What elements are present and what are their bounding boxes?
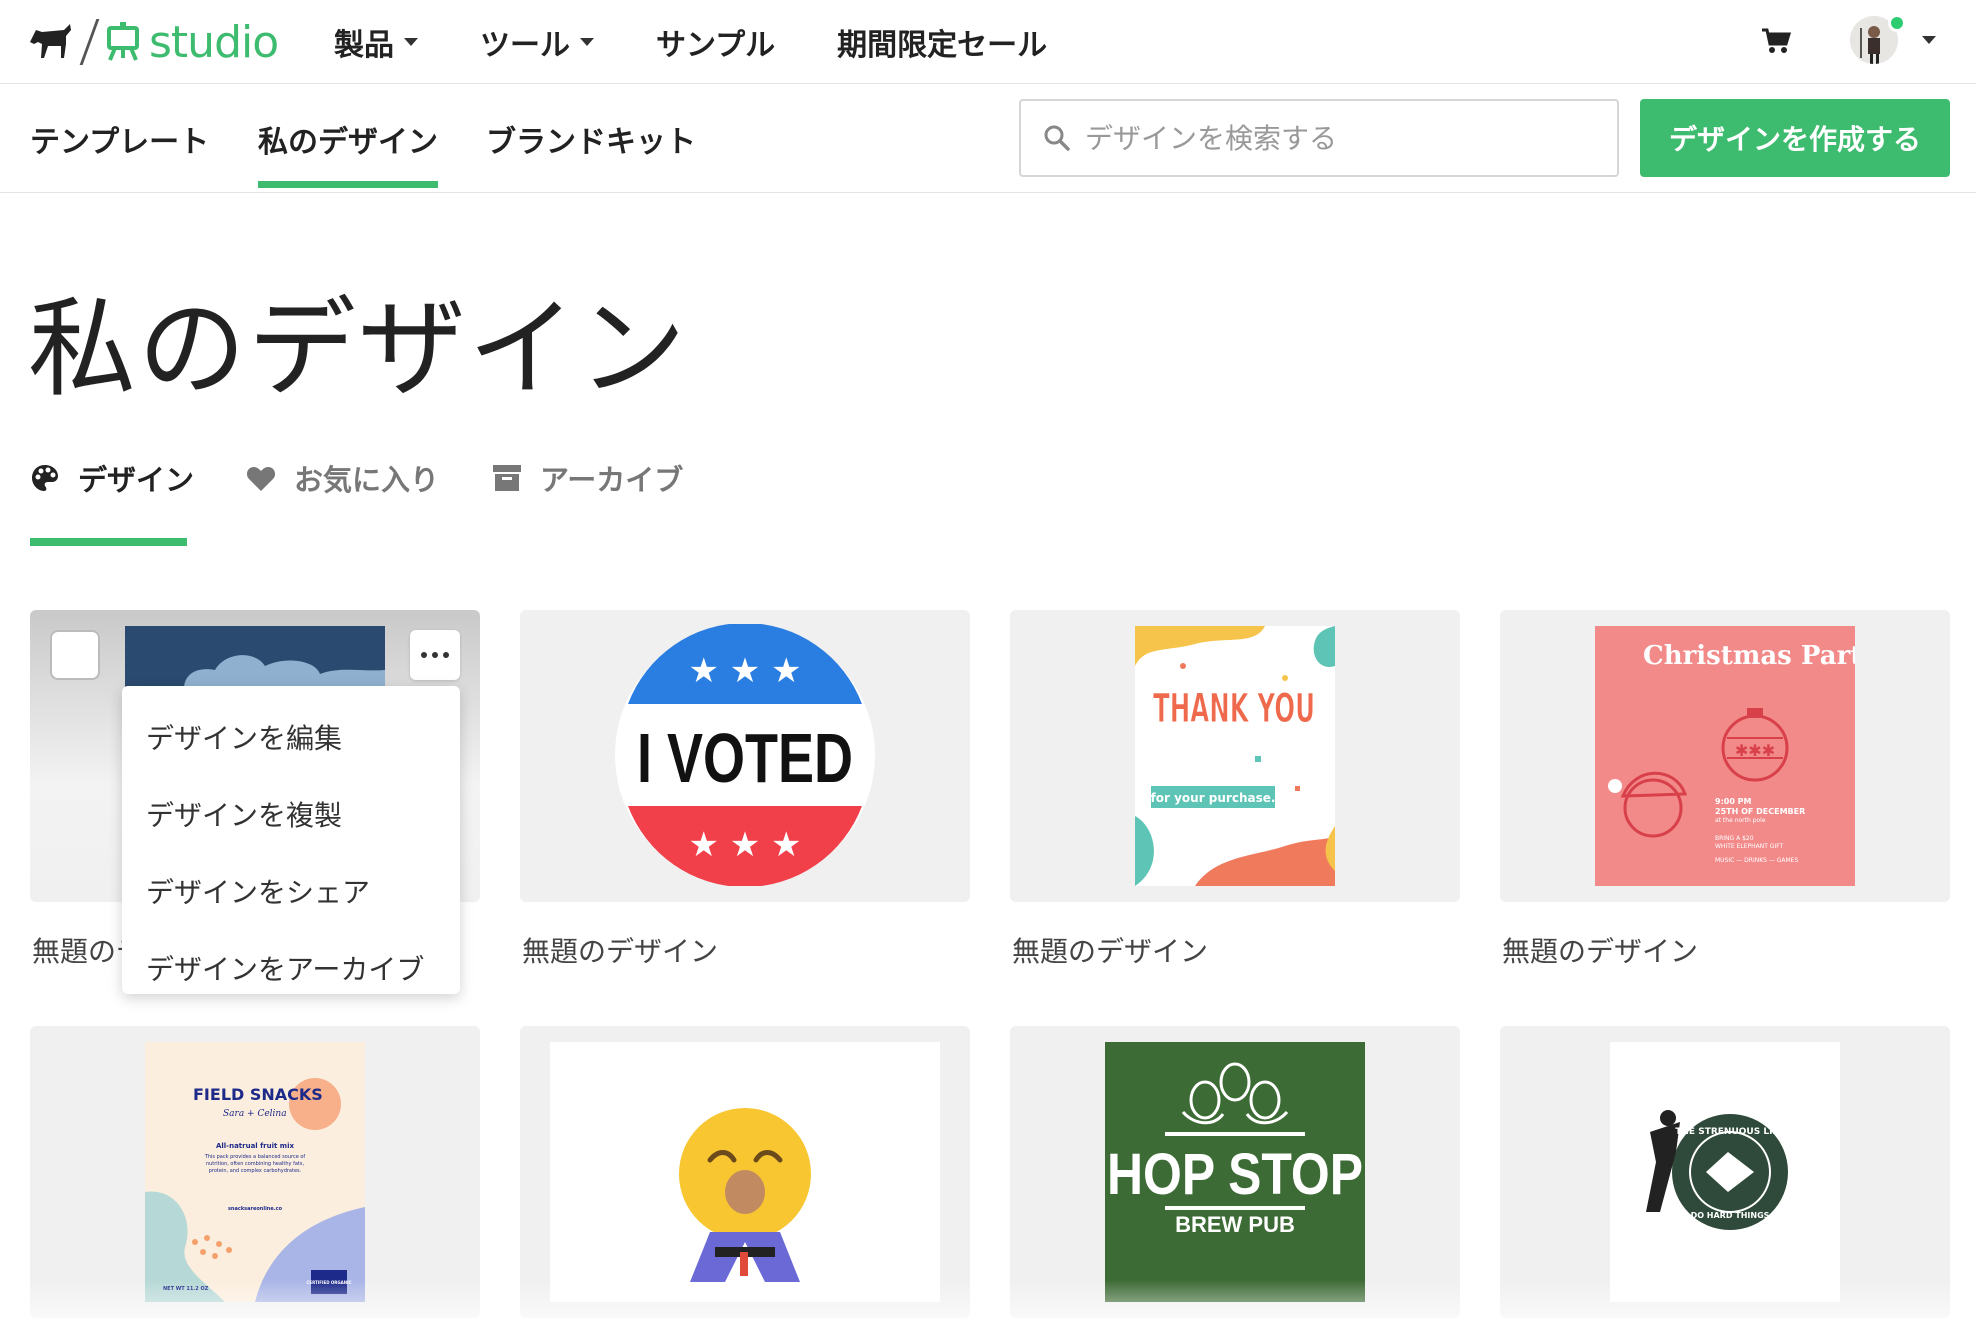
svg-text:★ ★ ★: ★ ★ ★ [688, 825, 801, 865]
field-snacks-net-weight: NET WT 11.2 OZ [163, 1286, 209, 1292]
i-voted-sticker-thumbnail: ★ ★ ★ ★ ★ ★ I VOTED [615, 624, 875, 886]
tab-brand-kit[interactable]: ブランドキット [486, 117, 696, 161]
tab-my-designs[interactable]: 私のデザイン [258, 117, 438, 188]
nav-samples-label: サンプル [656, 28, 776, 63]
nav-products-label: 製品 [334, 28, 394, 63]
chevron-down-icon [404, 38, 418, 46]
tab-archive-label: アーカイブ [540, 463, 684, 497]
emoji-thumbnail [550, 1042, 940, 1302]
christmas-line: MUSIC — DRINKS — GAMES [1715, 857, 1798, 864]
tab-designs[interactable]: デザイン [30, 456, 194, 500]
design-card[interactable]: THE STRENUOUS LIFE DO HARD THINGS [1500, 1026, 1950, 1318]
logo-divider [79, 19, 100, 65]
easel-icon [107, 22, 139, 61]
design-card[interactable]: THANK YOU for your purchase. [1010, 610, 1460, 902]
christmas-line: WHITE ELEPHANT GIFT [1715, 843, 1784, 850]
menu-item-share[interactable]: デザインをシェア [122, 852, 460, 929]
field-snacks-title: FIELD SNACKS [193, 1085, 323, 1104]
archive-icon [493, 465, 521, 491]
hop-stop-logo-thumbnail: HOP STOP BREW PUB [1105, 1042, 1365, 1302]
nav-tools[interactable]: ツール [480, 20, 594, 64]
christmas-title: Christmas Party [1643, 641, 1855, 671]
design-title[interactable]: 無題のデザイン [522, 930, 718, 970]
svg-text:★ ★ ★: ★ ★ ★ [688, 651, 801, 691]
field-snacks-line: nutrition, often combining healthy fats, [206, 1161, 305, 1167]
palette-icon [32, 465, 58, 491]
christmas-line: BRING A $20 [1715, 835, 1754, 842]
christmas-party-thumbnail: Christmas Party ✱✱✱ 9:00 PM 25TH OF DECE… [1595, 626, 1855, 886]
chevron-down-icon [580, 38, 594, 46]
more-options-button[interactable] [410, 630, 460, 680]
field-snacks-thumbnail: FIELD SNACKS Sara + Celina All-natrual f… [145, 1042, 365, 1302]
design-card[interactable]: Christmas Party ✱✱✱ 9:00 PM 25TH OF DECE… [1500, 610, 1950, 902]
create-design-button[interactable]: デザインを作成する [1640, 99, 1950, 177]
top-navigation-bar: studio 製品 ツール サンプル 期間限定セール [0, 0, 1976, 84]
design-card[interactable] [520, 1026, 970, 1318]
design-card[interactable]: ★ ★ ★ ★ ★ ★ I VOTED [520, 610, 970, 902]
christmas-line: 25TH OF DECEMBER [1715, 807, 1805, 816]
tab-favorites[interactable]: お気に入り [246, 456, 439, 500]
christmas-line: at the north pole [1715, 817, 1766, 824]
tab-archive[interactable]: アーカイブ [492, 456, 683, 500]
design-card[interactable]: FIELD SNACKS Sara + Celina All-natrual f… [30, 1026, 480, 1318]
field-snacks-line: protein, and complex carbohydrates. [209, 1168, 302, 1174]
christmas-line: 9:00 PM [1715, 797, 1752, 806]
organic-badge: CERTIFIED ORGANIC [306, 1280, 351, 1285]
field-snacks-website: snacksareonline.co [228, 1206, 283, 1212]
cart-icon[interactable] [1760, 26, 1792, 56]
thank-text: THANK YOU [1153, 686, 1315, 732]
tab-designs-label: デザイン [78, 463, 195, 497]
tab-favorites-label: お気に入り [294, 463, 440, 497]
thank-you-card-thumbnail: THANK YOU for your purchase. [1135, 626, 1335, 886]
thank-subtext: for your purchase. [1151, 791, 1276, 805]
design-title[interactable]: 無題のデザイン [1502, 930, 1698, 970]
active-tab-indicator [30, 538, 187, 546]
nav-sale-label: 期間限定セール [837, 28, 1048, 63]
do-hard-things-text: DO HARD THINGS [1691, 1211, 1770, 1220]
i-voted-text: I VOTED [637, 719, 853, 797]
field-snacks-script: Sara + Celina [223, 1109, 287, 1119]
top-nav: 製品 ツール サンプル 期間限定セール [334, 0, 1109, 84]
hop-stop-text: HOP STOP [1107, 1142, 1363, 1207]
nav-tools-label: ツール [480, 28, 570, 63]
design-card[interactable]: HOP STOP BREW PUB [1010, 1026, 1460, 1318]
svg-text:✱✱✱: ✱✱✱ [1735, 741, 1775, 760]
heart-icon [246, 467, 276, 491]
menu-item-edit[interactable]: デザインを編集 [122, 698, 460, 775]
strenuous-life-text: THE STRENUOUS LIFE [1675, 1127, 1784, 1137]
nav-products[interactable]: 製品 [334, 20, 418, 64]
menu-item-archive[interactable]: デザインをアーカイブ [122, 929, 460, 1006]
horse-icon [30, 24, 71, 58]
chevron-down-icon[interactable] [1922, 36, 1936, 44]
online-status-badge [1888, 14, 1906, 32]
search-icon [1044, 125, 1070, 151]
menu-item-duplicate[interactable]: デザインを複製 [122, 775, 460, 852]
secondary-navigation-bar: テンプレート 私のデザイン ブランドキット デザインを作成する [0, 85, 1976, 193]
tab-templates[interactable]: テンプレート [30, 117, 209, 161]
nav-sale[interactable]: 期間限定セール [837, 20, 1047, 64]
select-checkbox[interactable] [50, 630, 100, 680]
logo[interactable]: studio [28, 14, 279, 70]
design-context-menu: デザインを編集 デザインを複製 デザインをシェア デザインをアーカイブ [122, 686, 460, 994]
nav-samples[interactable]: サンプル [656, 20, 775, 64]
search-input[interactable] [1085, 121, 1605, 155]
strenuous-life-badge-thumbnail: THE STRENUOUS LIFE DO HARD THINGS [1610, 1042, 1840, 1302]
field-snacks-subtitle: All-natrual fruit mix [216, 1142, 295, 1150]
brand-name: studio [149, 16, 279, 68]
design-title[interactable]: 無題のデザイン [1012, 930, 1208, 970]
brew-pub-text: BREW PUB [1175, 1212, 1295, 1237]
page-title: 私のデザイン [28, 287, 689, 412]
search-box[interactable] [1019, 99, 1619, 177]
field-snacks-line: This pack provides a balanced source of [204, 1154, 306, 1160]
